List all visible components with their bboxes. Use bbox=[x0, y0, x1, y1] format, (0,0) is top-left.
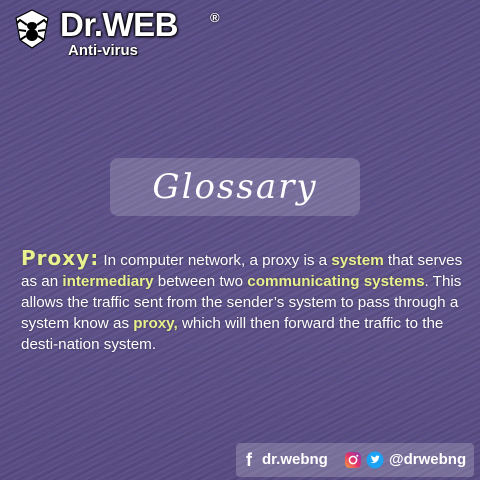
glossary-banner: Glossary bbox=[110, 158, 360, 216]
social-footer: f dr.webng @drwebng bbox=[236, 443, 474, 477]
brand-subtitle: Anti-virus bbox=[68, 42, 139, 59]
definition-paragraph: Proxy: In computer network, a proxy is a… bbox=[21, 248, 466, 355]
facebook-icon[interactable]: f bbox=[246, 451, 252, 469]
definition-segment: In computer network, a proxy is a bbox=[99, 252, 332, 269]
spider-icon bbox=[15, 9, 49, 49]
definition-term: Proxy: bbox=[21, 246, 100, 270]
highlight-intermediary: intermediary bbox=[62, 273, 154, 290]
brand-logo: Dr.WEB ® Anti-virus bbox=[8, 4, 248, 59]
highlight-communicating-systems: communicating systems bbox=[247, 273, 425, 290]
highlight-system: system bbox=[331, 252, 384, 269]
facebook-handle[interactable]: dr.webng bbox=[262, 451, 328, 468]
registered-mark: ® bbox=[210, 10, 220, 25]
brand-name: Dr.WEB bbox=[60, 6, 179, 43]
highlight-proxy: proxy, bbox=[133, 315, 178, 332]
instagram-icon[interactable] bbox=[344, 451, 362, 469]
twitter-handle[interactable]: @drwebng bbox=[389, 451, 466, 468]
definition-segment: between two bbox=[153, 273, 248, 290]
glossary-title: Glossary bbox=[152, 167, 318, 207]
twitter-icon[interactable] bbox=[366, 451, 384, 469]
